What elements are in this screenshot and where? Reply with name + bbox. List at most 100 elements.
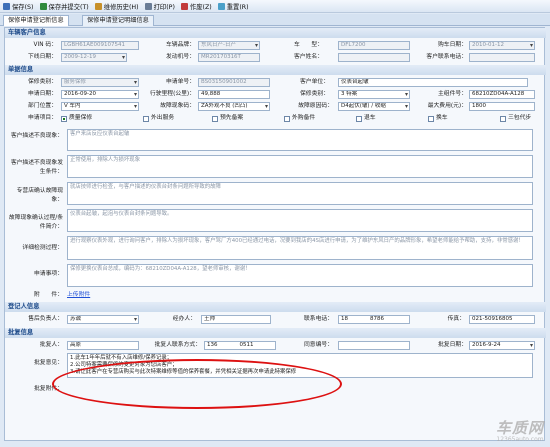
approval-date-label: 批复日期： [438, 342, 467, 348]
offline-date-label: 下线日期： [28, 54, 57, 60]
section-approval: 批复信息 [5, 328, 546, 338]
offline-date-field[interactable]: 2009-12-19 [61, 53, 127, 62]
confirm-process-textarea[interactable]: 仪表台起皱，起泡与仪表台封条问题导致。 [67, 209, 533, 232]
checkbox-outside[interactable]: 外出服务 [143, 114, 174, 123]
checkbox-quality-label: 质量保修 [69, 115, 93, 121]
history-icon [94, 2, 102, 10]
approver-contact-label: 批复人联系方式： [154, 342, 201, 348]
tab-register-info[interactable]: 保修申请登记新信息 [3, 15, 69, 26]
symptom-code-select[interactable]: ZA外观不良 (凹凸) [198, 102, 270, 111]
void-button[interactable]: 作废(Z) [180, 2, 212, 11]
save-label: 保存(S) [12, 3, 34, 11]
checkbox-exchange-box[interactable] [428, 115, 434, 122]
vin-field[interactable]: LGBH61AE009107541 [61, 41, 139, 50]
checkbox-replacement-label: 三包代步 [508, 115, 532, 121]
section-sheet: 单据信息 [5, 65, 546, 75]
save-submit-icon [39, 2, 47, 10]
sheet-no-field[interactable]: BS03150901002 [198, 78, 270, 87]
handler-label: 经办人： [172, 316, 196, 322]
mileage-label: 行驶里程(公里)： [149, 91, 195, 97]
save-button[interactable]: 保存(S) [3, 2, 34, 11]
upload-attachment-link[interactable]: 上传附件 [67, 291, 90, 300]
sales-manager-label: 售后负责人： [28, 316, 63, 322]
approval-opinion-label: 批复意见： [34, 360, 63, 366]
apply-matter-textarea[interactable]: 保修更换仪表台总成，编码为：68210ZD04A-A128，望老师审核，谢谢！ [67, 264, 533, 287]
tab-bar: 保修申请登记新信息 保修申请登记明细信息 [0, 14, 550, 26]
sales-manager-select[interactable]: 苏诚 [67, 315, 139, 324]
customer-desc-textarea[interactable]: 客户来店反应仪表台起皱 [67, 129, 533, 151]
reset-label: 重置(R) [226, 3, 249, 11]
save-icon [3, 2, 10, 10]
checkbox-return-box[interactable] [356, 115, 362, 122]
symptom-code-label: 故障现象码： [160, 103, 195, 109]
checkbox-outside-box[interactable] [143, 115, 149, 122]
checkbox-quality-box[interactable] [61, 115, 67, 122]
checkbox-prefile-box[interactable] [212, 115, 218, 122]
void-icon [180, 2, 188, 10]
repair-field[interactable]: 仪表台起皱 [338, 78, 528, 87]
approval-no-label: 同意编号： [304, 342, 333, 348]
max-fee-field[interactable]: 1800 [469, 102, 535, 111]
vin-label: VIN 码： [33, 42, 57, 48]
save-submit-label: 保存并提交(T) [48, 3, 89, 11]
cause-code-select[interactable]: D4起伏(皱) / 收缩 [338, 102, 410, 111]
print-button[interactable]: 打印(P) [144, 2, 175, 11]
dealer-confirm-textarea[interactable]: 就店技师进行检查，与客户描述的仪表台封条问题所导致的故障 [67, 182, 533, 205]
checkbox-exchange[interactable]: 换车 [428, 114, 448, 123]
contact-phone-field[interactable]: 18 8786 [338, 315, 410, 324]
mileage-field[interactable]: 49,888 [198, 90, 270, 99]
warranty-type-select[interactable]: 服务保修 [61, 78, 139, 87]
reset-icon [217, 2, 225, 10]
toolbar: 保存(S) 保存并提交(T) 维修历史(H) 打印(P) 作废(Z) 重置(R) [0, 0, 550, 13]
part-no-label: 主组件号： [438, 91, 467, 97]
engine-field[interactable]: MR20170316T [198, 53, 260, 62]
fax-label: 传真： [447, 316, 465, 322]
apply-date-field[interactable]: 2016-09-20 [61, 90, 139, 99]
dept-select[interactable]: V 车内 [61, 102, 139, 111]
repair-history-button[interactable]: 维修历史(H) [94, 2, 139, 11]
approver-field[interactable]: 高原 [67, 341, 139, 350]
customer-name-field[interactable] [338, 53, 410, 62]
section-vehicle: 车辆客户信息 [5, 28, 546, 38]
approver-contact-field[interactable]: 136 0511 [204, 341, 276, 350]
repair-label: 客户单位： [300, 79, 329, 85]
approval-date-field[interactable]: 2016-9-24 [469, 341, 535, 350]
save-submit-button[interactable]: 保存并提交(T) [39, 2, 89, 11]
tab-register-details[interactable]: 保修申请登记明细信息 [82, 15, 154, 26]
checkbox-prefile-label: 预先备案 [220, 115, 244, 121]
checkbox-parts-label: 外购备件 [292, 115, 316, 121]
watermark-url: 12365auto.com [496, 436, 544, 443]
condition-textarea[interactable]: 正常使用，排除人为损坏现象 [67, 155, 533, 178]
section-register: 登记人信息 [5, 302, 546, 312]
approval-no-field[interactable] [338, 341, 410, 350]
watermark: 车质网 12365auto.com [496, 420, 544, 443]
checkbox-return[interactable]: 退车 [356, 114, 376, 123]
handler-field[interactable]: 王帅 [201, 315, 271, 324]
approver-label: 批复人： [39, 342, 63, 348]
checkbox-replacement-box[interactable] [500, 115, 506, 122]
max-fee-label: 最大费用(元)： [427, 103, 467, 109]
customer-name-label: 客户姓名： [294, 54, 323, 60]
part-no-field[interactable]: 68210ZD04A-A128 [469, 90, 535, 99]
checkbox-exchange-label: 换车 [436, 115, 448, 121]
buy-date-field[interactable]: 2010-01-12 [469, 41, 535, 50]
checkbox-parts[interactable]: 外购备件 [284, 114, 315, 123]
sheet-no-label: 申请单号： [166, 79, 195, 85]
fax-field[interactable]: 021-50916805 [469, 315, 535, 324]
model-field[interactable]: DFL7200 [338, 41, 410, 50]
brand-select[interactable]: 东风日产-日产 [198, 41, 260, 50]
inspection-textarea[interactable]: 进行观察仪表外观，进行询问客户，排除人为损坏现象，客户驾厂方400已经通过电话，… [67, 236, 533, 260]
checkbox-quality[interactable]: 质量保修 [61, 114, 92, 123]
checkbox-replacement[interactable]: 三包代步 [500, 114, 531, 123]
customer-phone-field[interactable] [469, 53, 535, 62]
checkbox-outside-label: 外出服务 [151, 115, 175, 121]
checkbox-prefile[interactable]: 预先备案 [212, 114, 243, 123]
apply-item-label: 申请项目： [28, 115, 57, 121]
customer-desc-label: 客户描述不良现象： [10, 133, 63, 139]
category-select[interactable]: 3 特案 [338, 90, 410, 99]
printer-icon [144, 2, 152, 10]
reset-button[interactable]: 重置(R) [217, 2, 249, 11]
checkbox-parts-box[interactable] [284, 115, 290, 122]
condition-label: 客户描述不良现象发生条件： [10, 160, 63, 175]
warranty-type-label: 保修类别： [28, 79, 57, 85]
